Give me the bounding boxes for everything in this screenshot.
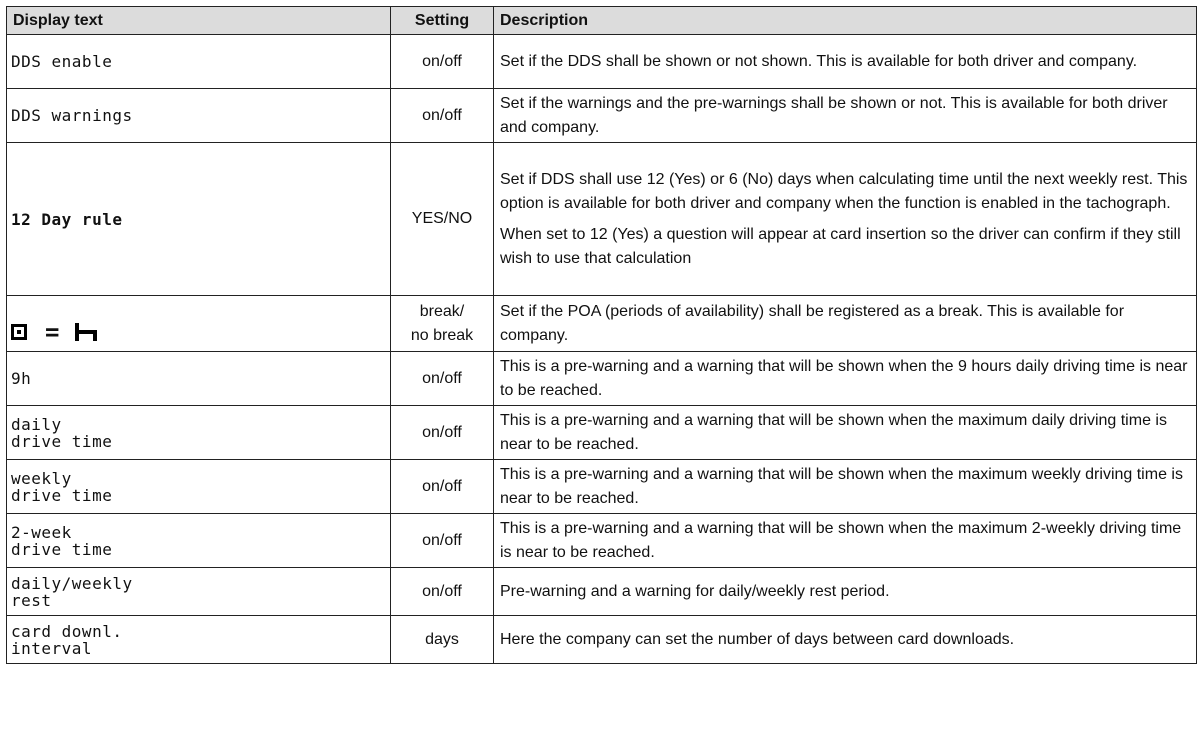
description-cell: Set if the warnings and the pre-warnings… <box>493 88 1197 143</box>
table-row: 12 Day rule YES/NO Set if DDS shall use … <box>6 142 1197 296</box>
description-text: This is a pre-warning and a warning that… <box>500 519 1182 561</box>
description-text: This is a pre-warning and a warning that… <box>500 357 1188 399</box>
dds-settings-table: Display text Setting Description DDS ena… <box>6 6 1197 664</box>
table-row: DDS enable on/off Set if the DDS shall b… <box>6 34 1197 89</box>
table-row: daily/weekly rest on/off Pre-warning and… <box>6 567 1197 616</box>
description-cell: Pre-warning and a warning for daily/week… <box>493 567 1197 616</box>
description-cell: Here the company can set the number of d… <box>493 615 1197 664</box>
header-description: Description <box>493 6 1197 35</box>
display-text-cell: daily/weekly rest <box>6 567 391 616</box>
description-text: This is a pre-warning and a warning that… <box>500 411 1167 453</box>
availability-box-icon <box>11 324 27 340</box>
description-cell: This is a pre-warning and a warning that… <box>493 351 1197 406</box>
description-text: Set if DDS shall use 12 (Yes) or 6 (No) … <box>500 170 1188 212</box>
description-text: Set if the POA (periods of availability)… <box>500 302 1125 344</box>
header-display-text: Display text <box>6 6 391 35</box>
description-cell: This is a pre-warning and a warning that… <box>493 405 1197 460</box>
setting-cell: on/off <box>390 351 494 406</box>
header-setting: Setting <box>390 6 494 35</box>
display-text-cell: card downl. interval <box>6 615 391 664</box>
description-cell: This is a pre-warning and a warning that… <box>493 459 1197 514</box>
description-cell: Set if the DDS shall be shown or not sho… <box>493 34 1197 89</box>
display-text-cell: weekly drive time <box>6 459 391 514</box>
description-text: Set if the warnings and the pre-warnings… <box>500 94 1168 136</box>
setting-cell: days <box>390 615 494 664</box>
setting-cell: YES/NO <box>390 142 494 296</box>
table-row: 2-week drive time on/off This is a pre-w… <box>6 513 1197 568</box>
setting-cell: on/off <box>390 405 494 460</box>
description-text: Here the company can set the number of d… <box>500 630 1015 648</box>
bed-icon <box>75 323 98 341</box>
description-text: When set to 12 (Yes) a question will app… <box>500 225 1181 267</box>
table-row: card downl. interval days Here the compa… <box>6 615 1197 664</box>
display-text-cell: 9h <box>6 351 391 406</box>
table-row: = break/ no break Set if the POA (period… <box>6 295 1197 352</box>
display-text-cell: 12 Day rule <box>6 142 391 296</box>
display-text-cell: DDS enable <box>6 34 391 89</box>
description-text: Set if the DDS shall be shown or not sho… <box>500 52 1138 70</box>
equals-icon: = <box>45 317 60 346</box>
table-row: 9h on/off This is a pre-warning and a wa… <box>6 351 1197 406</box>
setting-cell: on/off <box>390 513 494 568</box>
table-row: DDS warnings on/off Set if the warnings … <box>6 88 1197 143</box>
poa-equals-break-icon: = <box>6 295 391 352</box>
display-text-cell: 2-week drive time <box>6 513 391 568</box>
table-row: daily drive time on/off This is a pre-wa… <box>6 405 1197 460</box>
description-cell: Set if the POA (periods of availability)… <box>493 295 1197 352</box>
description-text: This is a pre-warning and a warning that… <box>500 465 1183 507</box>
description-cell: Set if DDS shall use 12 (Yes) or 6 (No) … <box>493 142 1197 296</box>
description-cell: This is a pre-warning and a warning that… <box>493 513 1197 568</box>
display-text-cell: daily drive time <box>6 405 391 460</box>
setting-cell: on/off <box>390 88 494 143</box>
setting-cell: on/off <box>390 459 494 514</box>
display-text-cell: DDS warnings <box>6 88 391 143</box>
setting-cell: break/ no break <box>390 295 494 352</box>
table-row: weekly drive time on/off This is a pre-w… <box>6 459 1197 514</box>
setting-cell: on/off <box>390 567 494 616</box>
setting-cell: on/off <box>390 34 494 89</box>
description-text: Pre-warning and a warning for daily/week… <box>500 582 890 600</box>
table-header-row: Display text Setting Description <box>6 6 1197 35</box>
